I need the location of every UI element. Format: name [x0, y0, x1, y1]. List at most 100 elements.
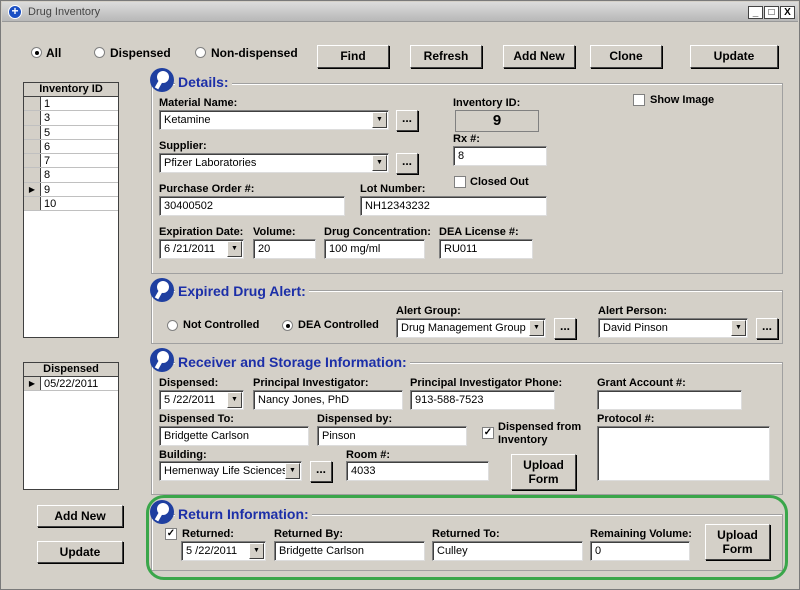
- dispensed-to-label: Dispensed To:: [159, 413, 234, 425]
- protocol-label: Protocol #:: [597, 413, 655, 425]
- closed-out-label: Closed Out: [470, 176, 529, 188]
- material-name-combo[interactable]: Ketamine ▼: [159, 110, 389, 130]
- dea-controlled-label: DEA Controlled: [298, 319, 379, 331]
- chevron-down-icon: ▼: [285, 463, 300, 479]
- building-browse-button[interactable]: ...: [310, 461, 332, 482]
- inventory-id-label: Inventory ID:: [453, 97, 521, 109]
- not-controlled-label: Not Controlled: [183, 319, 260, 331]
- dispensed-grid[interactable]: Dispensed ▶ 05/22/2011: [23, 362, 119, 490]
- dispensed-header: Dispensed: [24, 363, 118, 377]
- row-pointer-icon: ▶: [24, 377, 41, 391]
- close-button[interactable]: X: [780, 6, 795, 19]
- radio-all[interactable]: [31, 47, 42, 58]
- chevron-down-icon: ▼: [227, 392, 242, 408]
- dispensed-by-field[interactable]: Pinson: [317, 426, 467, 446]
- dispensed-label: Dispensed:: [159, 377, 219, 389]
- drug-concentration-label: Drug Concentration:: [324, 226, 431, 238]
- volume-field[interactable]: 20: [253, 239, 316, 259]
- table-row[interactable]: 5: [24, 125, 118, 140]
- drug-concentration-field[interactable]: 100 mg/ml: [324, 239, 425, 259]
- maximize-button[interactable]: □: [764, 6, 779, 19]
- dea-license-label: DEA License #:: [439, 226, 519, 238]
- receiver-storage-title: Receiver and Storage Information:: [175, 354, 410, 370]
- expiration-date-label: Expiration Date:: [159, 226, 244, 238]
- table-row[interactable]: 6: [24, 139, 118, 155]
- closed-out-checkbox[interactable]: [454, 176, 466, 188]
- table-row[interactable]: 10: [24, 197, 118, 212]
- drug-inventory-window: + Drug Inventory _ □ X All Dispensed Non…: [0, 0, 800, 590]
- table-row[interactable]: 7: [24, 154, 118, 169]
- radio-dea-controlled[interactable]: [282, 320, 293, 331]
- supplier-browse-button[interactable]: ...: [396, 153, 418, 174]
- rx-label: Rx #:: [453, 133, 480, 145]
- left-add-new-button[interactable]: Add New: [37, 505, 123, 527]
- table-row[interactable]: 1: [24, 97, 118, 112]
- update-button[interactable]: Update: [690, 45, 778, 68]
- show-image-label: Show Image: [650, 94, 715, 106]
- chevron-down-icon: ▼: [227, 241, 242, 257]
- lot-number-field[interactable]: NH12343232: [360, 196, 547, 216]
- dispensed-from-inventory-checkbox[interactable]: ✓: [482, 427, 494, 439]
- inventory-id-header: Inventory ID: [24, 83, 118, 97]
- dispensed-from-inventory-label: Dispensed from Inventory: [498, 421, 582, 446]
- inventory-id-value: 9: [455, 110, 539, 132]
- purchase-order-field[interactable]: 30400502: [159, 196, 345, 216]
- table-row-selected[interactable]: ▶ 9: [24, 182, 118, 198]
- refresh-button[interactable]: Refresh: [410, 45, 482, 68]
- room-label: Room #:: [346, 449, 390, 461]
- supplier-combo[interactable]: Pfizer Laboratories ▼: [159, 153, 389, 173]
- minimize-button[interactable]: _: [748, 6, 763, 19]
- window-title: Drug Inventory: [28, 6, 101, 18]
- alert-group-browse-button[interactable]: ...: [554, 318, 576, 339]
- find-button[interactable]: Find: [317, 45, 389, 68]
- alert-person-browse-button[interactable]: ...: [756, 318, 778, 339]
- rx-field[interactable]: 8: [453, 146, 547, 166]
- pushpin-icon: [150, 278, 174, 302]
- left-update-button[interactable]: Update: [37, 541, 123, 563]
- dea-license-field[interactable]: RU011: [439, 239, 533, 259]
- alert-person-combo[interactable]: David Pinson ▼: [598, 318, 748, 338]
- expiration-date-picker[interactable]: 6 /21/2011 ▼: [159, 239, 244, 259]
- material-name-browse-button[interactable]: ...: [396, 110, 418, 131]
- radio-non-dispensed-label: Non-dispensed: [211, 46, 298, 60]
- building-label: Building:: [159, 449, 207, 461]
- table-row[interactable]: 8: [24, 168, 118, 183]
- chevron-down-icon: ▼: [731, 320, 746, 336]
- add-new-button[interactable]: Add New: [503, 45, 575, 68]
- grant-account-label: Grant Account #:: [597, 377, 686, 389]
- grant-account-field[interactable]: [597, 390, 742, 410]
- pushpin-icon: [150, 348, 174, 372]
- table-row-selected[interactable]: ▶ 05/22/2011: [24, 377, 118, 392]
- radio-all-label: All: [46, 46, 62, 60]
- dispensed-by-label: Dispensed by:: [317, 413, 393, 425]
- dispensed-to-field[interactable]: Bridgette Carlson: [159, 426, 309, 446]
- principal-investigator-field[interactable]: Nancy Jones, PhD: [253, 390, 403, 410]
- chevron-down-icon: ▼: [372, 112, 387, 128]
- alert-person-label: Alert Person:: [598, 305, 668, 317]
- purchase-order-label: Purchase Order #:: [159, 183, 255, 195]
- app-icon: +: [8, 5, 22, 19]
- show-image-checkbox[interactable]: [633, 94, 645, 106]
- highlight-outline: [146, 495, 788, 580]
- alert-group-label: Alert Group:: [396, 305, 461, 317]
- radio-non-dispensed[interactable]: [195, 47, 206, 58]
- inventory-id-grid[interactable]: Inventory ID 1 3 5 6 7 8 ▶ 9 10: [23, 82, 119, 338]
- building-combo[interactable]: Hemenway Life Sciences ▼: [159, 461, 302, 481]
- receiver-upload-form-button[interactable]: Upload Form: [511, 454, 576, 490]
- row-pointer-icon: ▶: [24, 182, 41, 197]
- chevron-down-icon: ▼: [372, 155, 387, 171]
- clone-button[interactable]: Clone: [590, 45, 662, 68]
- pi-phone-field[interactable]: 913-588-7523: [410, 390, 555, 410]
- title-bar: + Drug Inventory _ □ X: [2, 2, 798, 22]
- table-row[interactable]: 3: [24, 111, 118, 126]
- expired-alert-title: Expired Drug Alert:: [175, 283, 309, 299]
- protocol-field[interactable]: [597, 426, 770, 481]
- dispensed-date-picker[interactable]: 5 /22/2011 ▼: [159, 390, 244, 410]
- radio-dispensed[interactable]: [94, 47, 105, 58]
- radio-dispensed-label: Dispensed: [110, 46, 171, 60]
- lot-number-label: Lot Number:: [360, 183, 426, 195]
- alert-group-combo[interactable]: Drug Management Group ▼: [396, 318, 546, 338]
- room-field[interactable]: 4033: [346, 461, 489, 481]
- radio-not-controlled[interactable]: [167, 320, 178, 331]
- supplier-label: Supplier:: [159, 140, 207, 152]
